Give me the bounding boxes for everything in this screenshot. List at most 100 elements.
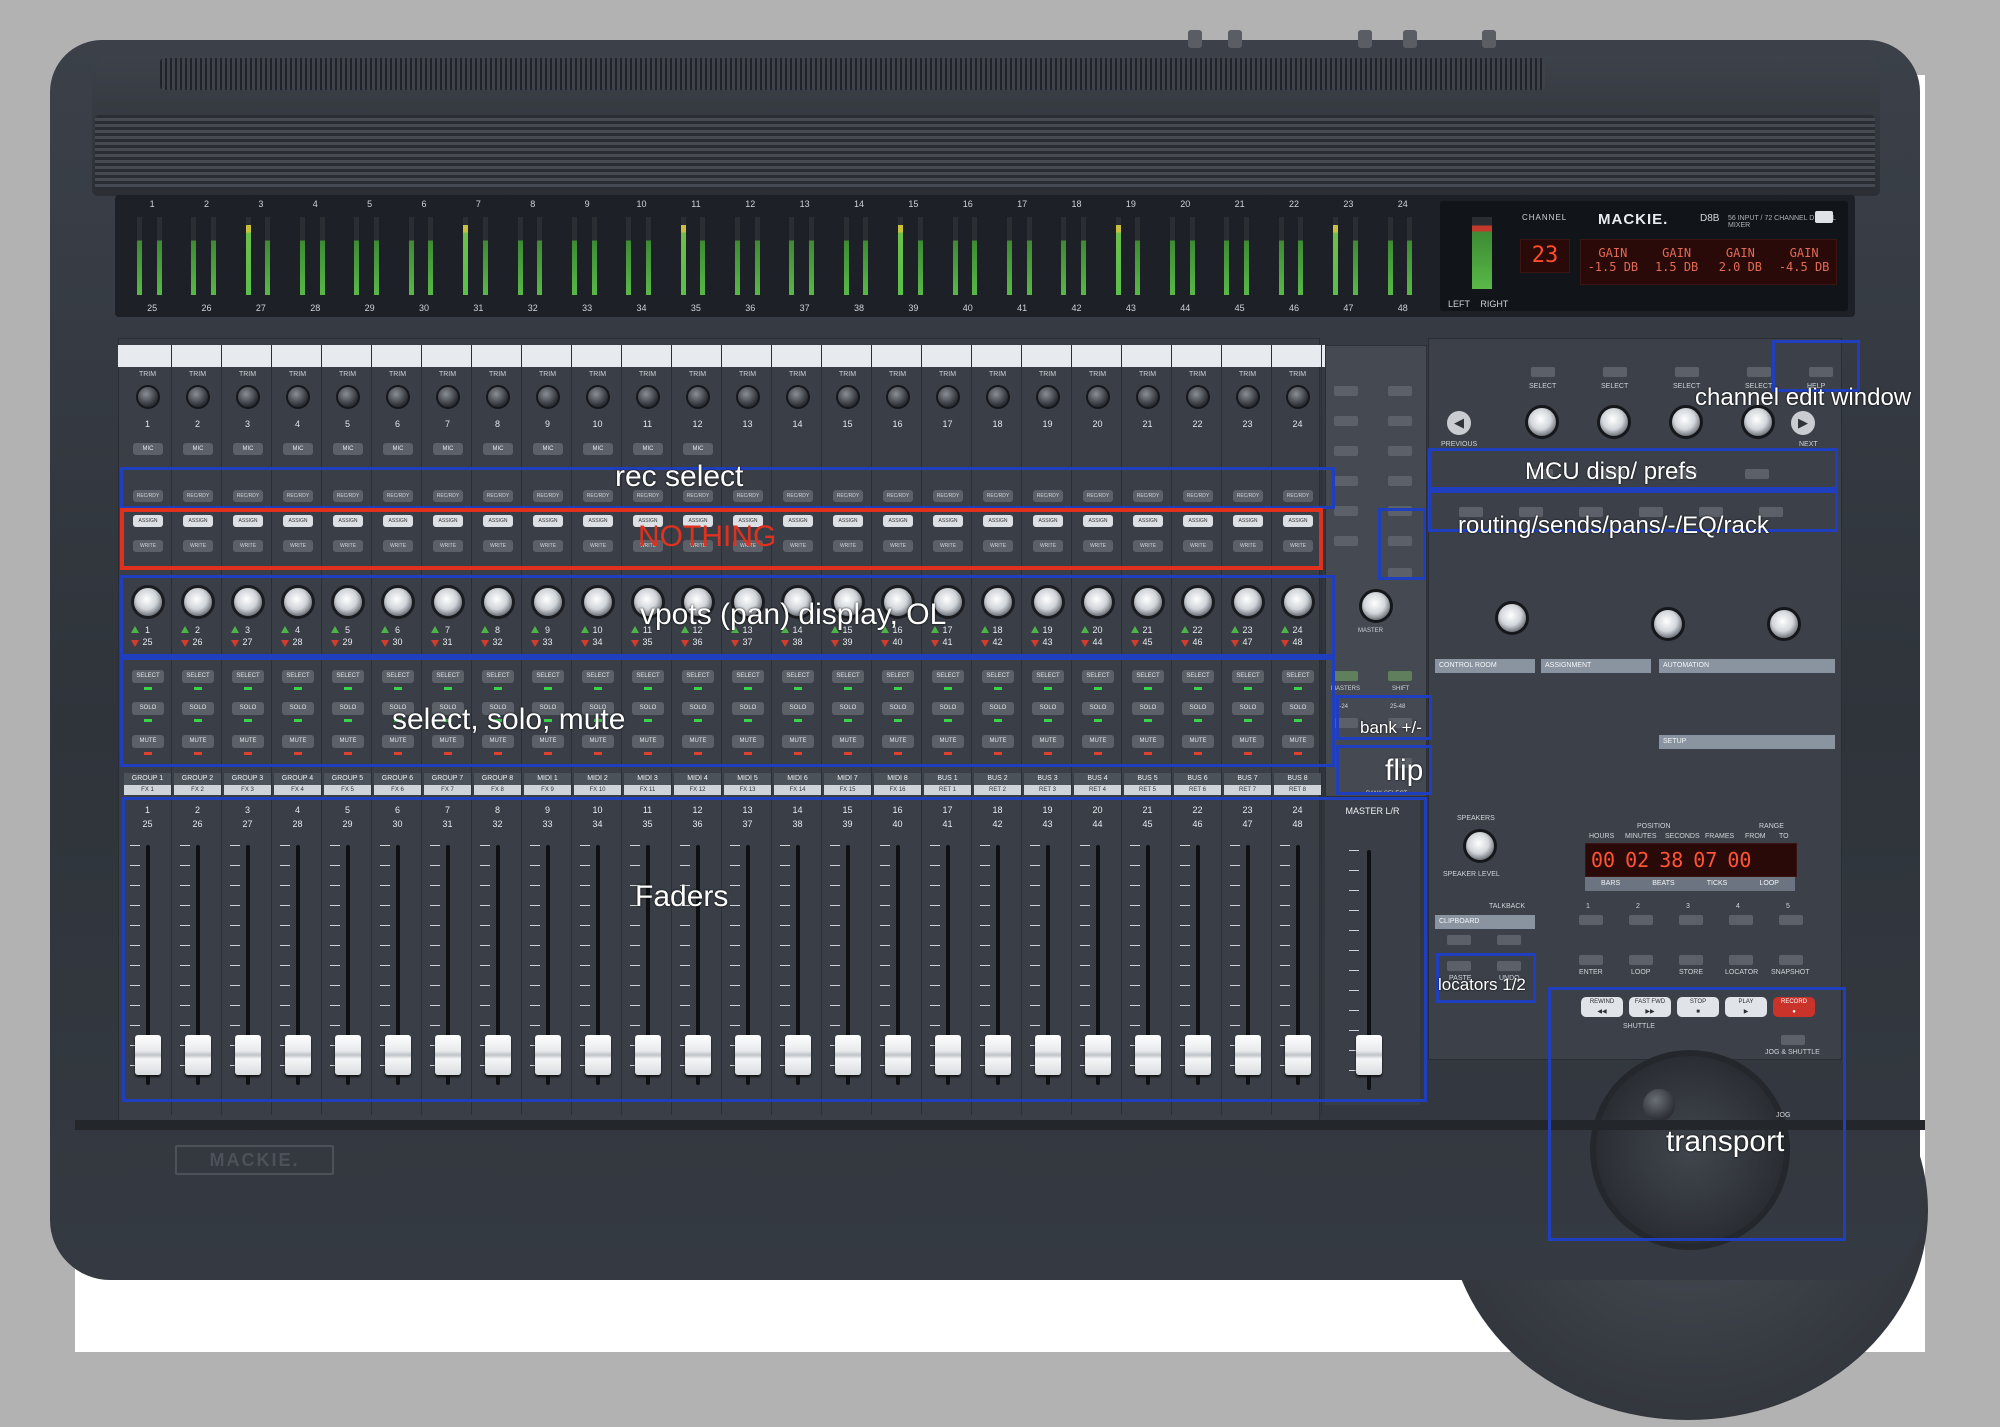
trim-knob[interactable] bbox=[1036, 385, 1060, 409]
select-button[interactable] bbox=[1747, 367, 1771, 377]
trim-knob[interactable] bbox=[786, 385, 810, 409]
trim-knob[interactable] bbox=[1086, 385, 1110, 409]
previous-arrow-icon[interactable]: ◀ bbox=[1447, 411, 1471, 435]
meter-bar-right bbox=[645, 217, 651, 295]
meter-bar-right bbox=[156, 217, 162, 295]
clipboard-button[interactable] bbox=[1497, 935, 1521, 945]
group-label: MIDI 2 bbox=[574, 773, 621, 785]
trim-knob[interactable] bbox=[1286, 385, 1310, 409]
trim-knob[interactable] bbox=[236, 385, 260, 409]
channel-meter: 13 37 bbox=[778, 199, 832, 313]
mic-button[interactable]: MIC bbox=[683, 443, 713, 455]
select-button[interactable] bbox=[1675, 367, 1699, 377]
locator-button[interactable] bbox=[1679, 915, 1703, 925]
meter-bar-left bbox=[571, 217, 577, 295]
trim-knob[interactable] bbox=[636, 385, 660, 409]
meter-bottom-number: 26 bbox=[201, 303, 212, 313]
mic-button[interactable]: MIC bbox=[633, 443, 663, 455]
meter-bar-left bbox=[626, 217, 632, 295]
trim-knob[interactable] bbox=[436, 385, 460, 409]
locator-button[interactable] bbox=[1729, 915, 1753, 925]
center-button[interactable] bbox=[1334, 536, 1358, 546]
center-button[interactable] bbox=[1388, 416, 1412, 426]
masters-button[interactable] bbox=[1334, 671, 1358, 681]
center-button[interactable] bbox=[1388, 446, 1412, 456]
meter-bar-right bbox=[1244, 217, 1250, 295]
trim-knob[interactable] bbox=[536, 385, 560, 409]
loop-button[interactable] bbox=[1629, 955, 1653, 965]
center-button[interactable] bbox=[1334, 416, 1358, 426]
trim-knob[interactable] bbox=[586, 385, 610, 409]
mic-button[interactable]: MIC bbox=[333, 443, 363, 455]
clipboard-button[interactable] bbox=[1447, 935, 1471, 945]
mic-button[interactable]: MIC bbox=[233, 443, 263, 455]
trim-knob[interactable] bbox=[1186, 385, 1210, 409]
mic-button[interactable]: MIC bbox=[133, 443, 163, 455]
trim-label: TRIM bbox=[1088, 371, 1107, 378]
mic-button[interactable]: MIC bbox=[483, 443, 513, 455]
edit-knob[interactable] bbox=[1597, 405, 1631, 439]
group-label: BUS 2 bbox=[974, 773, 1021, 785]
enter-button[interactable] bbox=[1579, 955, 1603, 965]
center-button[interactable] bbox=[1334, 506, 1358, 516]
meter-bar-left bbox=[1224, 217, 1230, 295]
mic-button[interactable]: MIC bbox=[183, 443, 213, 455]
level-knob[interactable] bbox=[1495, 601, 1529, 635]
mic-button[interactable]: MIC bbox=[383, 443, 413, 455]
fx-label: FX 13 bbox=[724, 785, 771, 795]
mic-button[interactable]: MIC bbox=[283, 443, 313, 455]
trim-knob[interactable] bbox=[486, 385, 510, 409]
trim-number: 14 bbox=[792, 419, 803, 429]
meter-bottom-number: 33 bbox=[582, 303, 593, 313]
locator-button[interactable] bbox=[1579, 915, 1603, 925]
talkback-label: TALKBACK bbox=[1489, 903, 1526, 910]
meter-bottom-number: 27 bbox=[255, 303, 266, 313]
group-label: MIDI 1 bbox=[524, 773, 571, 785]
meter-bar-left bbox=[680, 217, 686, 295]
trim-knob[interactable] bbox=[986, 385, 1010, 409]
trim-knob[interactable] bbox=[286, 385, 310, 409]
mic-button[interactable]: MIC bbox=[433, 443, 463, 455]
trim-knob[interactable] bbox=[336, 385, 360, 409]
mic-button[interactable]: MIC bbox=[583, 443, 613, 455]
trim-knob[interactable] bbox=[186, 385, 210, 409]
shift-button[interactable] bbox=[1388, 671, 1412, 681]
trim-knob[interactable] bbox=[736, 385, 760, 409]
master-knob[interactable] bbox=[1359, 589, 1393, 623]
select-button[interactable] bbox=[1531, 367, 1555, 377]
meter-top-number: 2 bbox=[204, 199, 210, 209]
trim-label: TRIM bbox=[238, 371, 257, 378]
speaker-level-knob[interactable] bbox=[1463, 829, 1497, 863]
trim-knob[interactable] bbox=[686, 385, 710, 409]
meter-bottom-number: 43 bbox=[1125, 303, 1136, 313]
level-knob[interactable] bbox=[1767, 607, 1801, 641]
snapshot-button[interactable] bbox=[1779, 955, 1803, 965]
center-button[interactable] bbox=[1334, 386, 1358, 396]
mic-button[interactable]: MIC bbox=[533, 443, 563, 455]
trim-knob[interactable] bbox=[1136, 385, 1160, 409]
meter-bar-left bbox=[1278, 217, 1284, 295]
next-arrow-icon[interactable]: ▶ bbox=[1791, 411, 1815, 435]
meter-top-number: 20 bbox=[1180, 199, 1191, 209]
trim-label: TRIM bbox=[1238, 371, 1257, 378]
trim-knob[interactable] bbox=[386, 385, 410, 409]
trim-knob[interactable] bbox=[936, 385, 960, 409]
locator-button[interactable] bbox=[1629, 915, 1653, 925]
edit-knob[interactable] bbox=[1525, 405, 1559, 439]
level-knob[interactable] bbox=[1651, 607, 1685, 641]
select-button[interactable] bbox=[1603, 367, 1627, 377]
store-button[interactable] bbox=[1679, 955, 1703, 965]
center-button[interactable] bbox=[1388, 476, 1412, 486]
meter-top-number: 14 bbox=[854, 199, 865, 209]
trim-knob[interactable] bbox=[1236, 385, 1260, 409]
trim-knob[interactable] bbox=[886, 385, 910, 409]
center-button[interactable] bbox=[1334, 476, 1358, 486]
trim-knob[interactable] bbox=[836, 385, 860, 409]
locator-function-button[interactable] bbox=[1729, 955, 1753, 965]
center-button[interactable] bbox=[1334, 446, 1358, 456]
trim-number: 11 bbox=[642, 419, 653, 429]
locator-button[interactable] bbox=[1779, 915, 1803, 925]
center-button[interactable] bbox=[1388, 386, 1412, 396]
trim-knob[interactable] bbox=[136, 385, 160, 409]
time-unit-label: TICKS bbox=[1706, 880, 1728, 887]
